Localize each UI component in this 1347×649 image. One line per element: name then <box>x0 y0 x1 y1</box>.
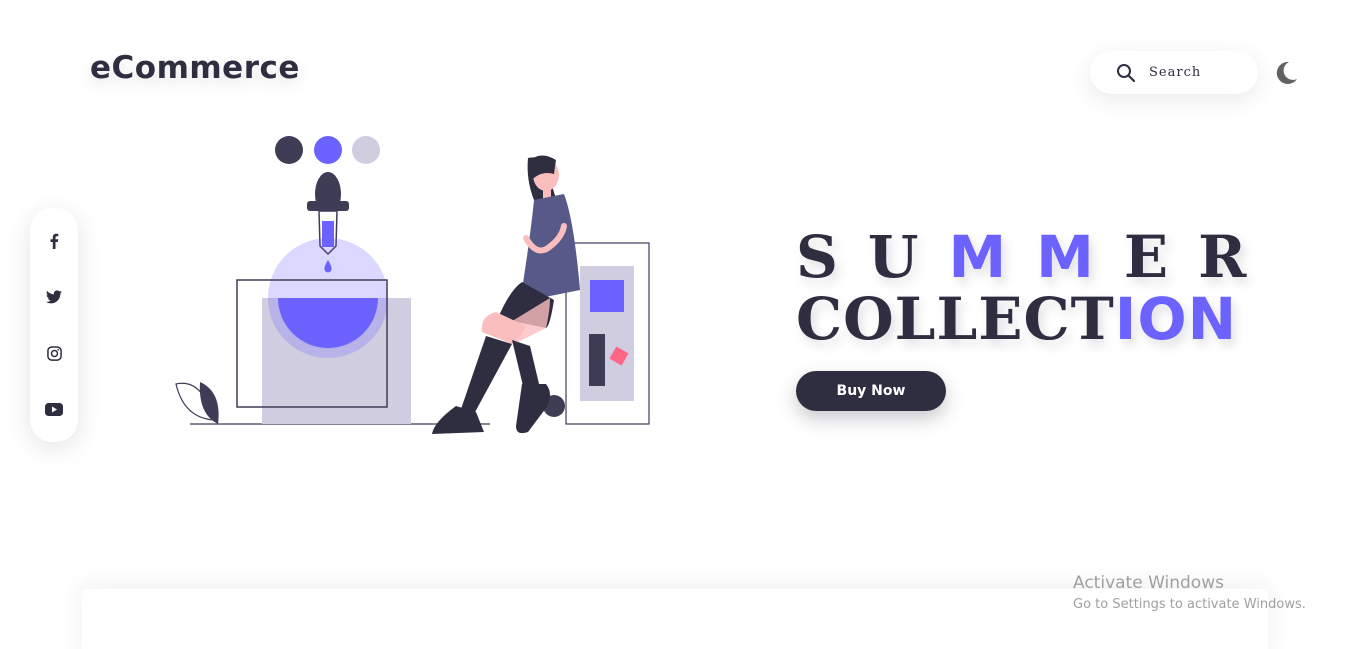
hero-title: SUMMER COLLECTION <box>796 226 1276 350</box>
hero-title-line2: COLLECTION <box>796 288 1276 350</box>
search-icon <box>1117 63 1136 82</box>
hero-title-part: SU <box>796 223 949 291</box>
hero-title-line1: SUMMER <box>796 226 1276 288</box>
youtube-link[interactable] <box>30 397 78 421</box>
dot-dark <box>275 136 303 164</box>
hero-illustration <box>175 136 650 434</box>
facebook-icon <box>50 233 59 249</box>
watermark-title: Activate Windows <box>1073 573 1224 593</box>
hero-title-accent: MM <box>948 223 1124 291</box>
site-logo[interactable]: eCommerce <box>90 50 300 86</box>
hero-title-part: ER <box>1123 223 1277 291</box>
hero-title-accent: ION <box>1114 285 1238 353</box>
search-box[interactable] <box>1090 51 1258 94</box>
watermark-subtitle: Go to Settings to activate Windows. <box>1073 597 1306 612</box>
instagram-link[interactable] <box>30 341 78 365</box>
dot-light <box>352 136 380 164</box>
search-input[interactable] <box>1149 65 1249 80</box>
hero-title-part: COLLECT <box>796 285 1115 353</box>
buy-now-button[interactable]: Buy Now <box>796 371 946 411</box>
social-sidebar <box>30 208 78 442</box>
instagram-icon <box>46 345 62 361</box>
twitter-icon <box>46 290 62 304</box>
youtube-icon <box>45 402 63 416</box>
dot-accent <box>314 136 342 164</box>
moon-icon[interactable] <box>1273 60 1299 86</box>
activation-watermark: Activate Windows Go to Settings to activ… <box>1073 572 1306 616</box>
twitter-link[interactable] <box>30 285 78 309</box>
facebook-link[interactable] <box>30 229 78 253</box>
